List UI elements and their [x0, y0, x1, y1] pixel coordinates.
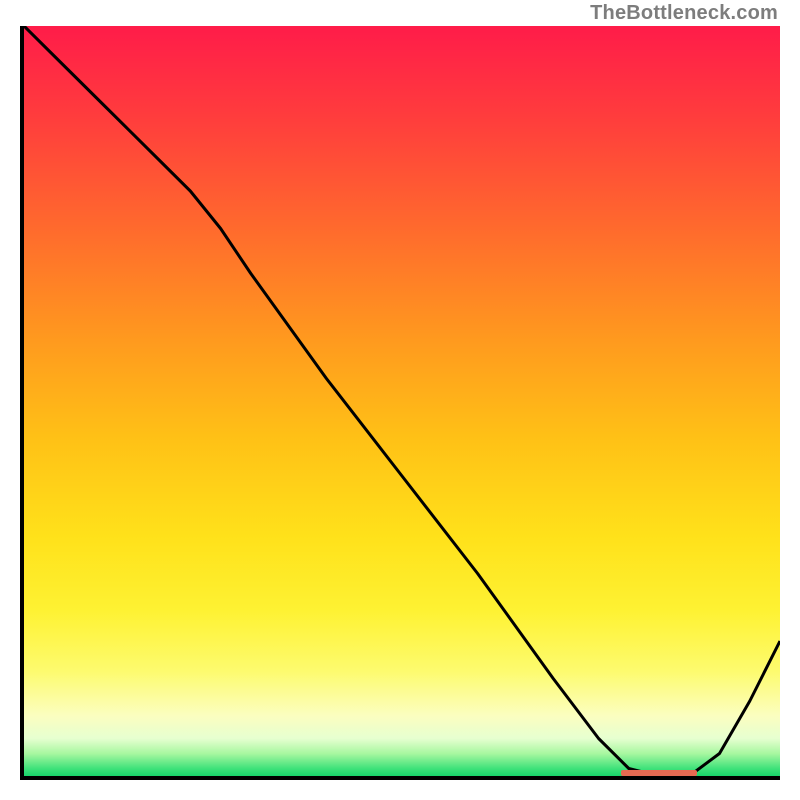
- attribution-text: TheBottleneck.com: [590, 2, 778, 25]
- curve-layer: [24, 26, 780, 776]
- optimal-range-marker: [621, 770, 697, 776]
- plot-area: [20, 26, 780, 780]
- chart-container: TheBottleneck.com: [0, 0, 800, 800]
- bottleneck-curve-path: [24, 26, 780, 776]
